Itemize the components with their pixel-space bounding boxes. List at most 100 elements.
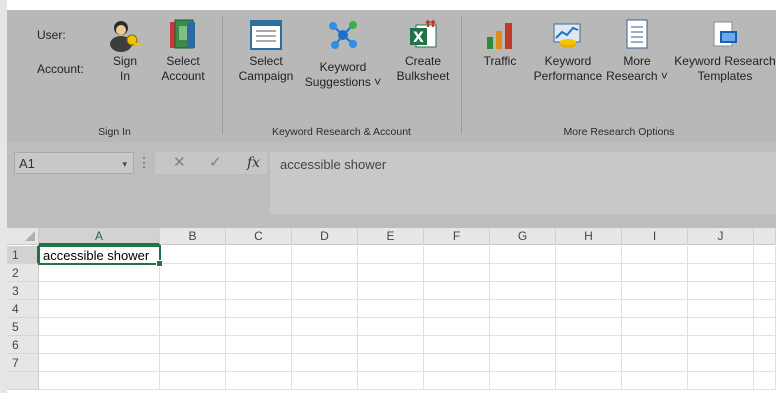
grid-cell[interactable] [490, 246, 556, 264]
grid-cell[interactable] [292, 300, 358, 318]
grid-cell[interactable] [358, 282, 424, 300]
grid-cell[interactable] [226, 264, 292, 282]
grid-cell[interactable] [688, 246, 754, 264]
more-research-button[interactable]: More Research ˅ [605, 16, 669, 84]
grid-cell[interactable] [292, 282, 358, 300]
column-header-f[interactable]: F [424, 228, 490, 245]
grid-cell[interactable] [358, 318, 424, 336]
grid-cell[interactable] [688, 282, 754, 300]
formula-input[interactable]: accessible shower [270, 152, 776, 214]
name-box[interactable]: A1 ▾ [14, 152, 134, 174]
grid-cell[interactable] [226, 336, 292, 354]
grid-cell[interactable] [754, 336, 776, 354]
grid-cell[interactable] [358, 246, 424, 264]
grid-cell[interactable] [490, 282, 556, 300]
grid-cell[interactable] [490, 354, 556, 372]
grid-cell[interactable] [754, 372, 776, 390]
grid-cell[interactable] [556, 300, 622, 318]
grid-cell[interactable] [39, 354, 160, 372]
select-all-corner[interactable] [7, 228, 39, 245]
grid-cell[interactable] [160, 372, 226, 390]
keyword-research-templates-button[interactable]: Keyword Research Templates [674, 16, 776, 84]
column-header-e[interactable]: E [358, 228, 424, 245]
traffic-button[interactable]: Traffic [480, 16, 520, 69]
grid-cell[interactable] [688, 300, 754, 318]
grid-cell[interactable] [556, 282, 622, 300]
grid-cell[interactable] [292, 264, 358, 282]
column-header-b[interactable]: B [160, 228, 226, 245]
column-header-c[interactable]: C [226, 228, 292, 245]
grid-cell[interactable] [754, 300, 776, 318]
column-header-g[interactable]: G [490, 228, 556, 245]
grid-cell[interactable] [226, 372, 292, 390]
grid-cell[interactable] [160, 300, 226, 318]
grid-cell[interactable] [490, 318, 556, 336]
select-campaign-button[interactable]: Select Campaign [235, 16, 297, 84]
grid-cell[interactable] [39, 318, 160, 336]
grid-cell[interactable] [292, 372, 358, 390]
grid-cell[interactable] [226, 300, 292, 318]
grid-cell[interactable] [754, 264, 776, 282]
grid-cell[interactable] [160, 264, 226, 282]
grid-cell[interactable] [424, 300, 490, 318]
row-header-6[interactable]: 6 [7, 336, 39, 354]
grid-cell[interactable] [622, 282, 688, 300]
grid-cell[interactable] [226, 282, 292, 300]
create-bulksheet-button[interactable]: X Create Bulksheet [393, 16, 453, 84]
grid-cell[interactable] [226, 354, 292, 372]
grid-cell[interactable] [424, 318, 490, 336]
row-header-4[interactable]: 4 [7, 300, 39, 318]
grid-cell[interactable] [358, 264, 424, 282]
grid-cell[interactable] [424, 354, 490, 372]
grid-cell[interactable] [754, 318, 776, 336]
row-header-5[interactable]: 5 [7, 318, 39, 336]
grid-cell[interactable] [556, 246, 622, 264]
grid-cell[interactable] [226, 318, 292, 336]
chevron-down-icon[interactable]: ▾ [122, 153, 127, 175]
column-header-d[interactable]: D [292, 228, 358, 245]
grid-cell[interactable] [160, 246, 226, 264]
grid-cell[interactable] [358, 300, 424, 318]
row-header-1[interactable]: 1 [7, 246, 39, 264]
grid-cell[interactable] [424, 372, 490, 390]
grid-cell[interactable] [622, 246, 688, 264]
grid-cell[interactable] [490, 336, 556, 354]
grid-cell[interactable] [622, 372, 688, 390]
row-header-3[interactable]: 3 [7, 282, 39, 300]
grid-cell[interactable] [556, 264, 622, 282]
column-header-h[interactable]: H [556, 228, 622, 245]
confirm-icon[interactable]: ✓ [209, 152, 222, 174]
grid-cell[interactable] [688, 336, 754, 354]
row-header-8[interactable] [7, 372, 39, 390]
column-header-i[interactable]: I [622, 228, 688, 245]
row-header-7[interactable]: 7 [7, 354, 39, 372]
grid-cell[interactable] [292, 318, 358, 336]
select-account-button[interactable]: Select Account [157, 16, 209, 84]
grid-cell[interactable] [39, 372, 160, 390]
grid-cell[interactable] [160, 318, 226, 336]
grid-cell[interactable] [160, 336, 226, 354]
grid-cell[interactable] [688, 318, 754, 336]
cancel-icon[interactable]: ✕ [173, 152, 186, 174]
keyword-performance-button[interactable]: Keyword Performance [532, 16, 604, 84]
grid-cell[interactable] [622, 318, 688, 336]
grid-cell[interactable] [39, 282, 160, 300]
grid-cell[interactable] [160, 354, 226, 372]
insert-function-icon[interactable]: fx [247, 152, 260, 174]
grid-cell[interactable] [424, 336, 490, 354]
grid-cell[interactable] [358, 354, 424, 372]
grid-cell[interactable] [39, 264, 160, 282]
grid-cell[interactable] [688, 264, 754, 282]
grid-cell[interactable] [754, 246, 776, 264]
column-header-j[interactable]: J [688, 228, 754, 245]
row-header-2[interactable]: 2 [7, 264, 39, 282]
grid-cell[interactable] [754, 354, 776, 372]
grid-cell[interactable] [39, 300, 160, 318]
grid-cell[interactable] [424, 282, 490, 300]
grid-cell[interactable] [556, 336, 622, 354]
grid-cell[interactable] [622, 336, 688, 354]
sign-in-button[interactable]: Sign In [105, 16, 145, 84]
grid-cell[interactable] [292, 336, 358, 354]
grid-cell[interactable] [490, 300, 556, 318]
grid-cell[interactable] [39, 336, 160, 354]
